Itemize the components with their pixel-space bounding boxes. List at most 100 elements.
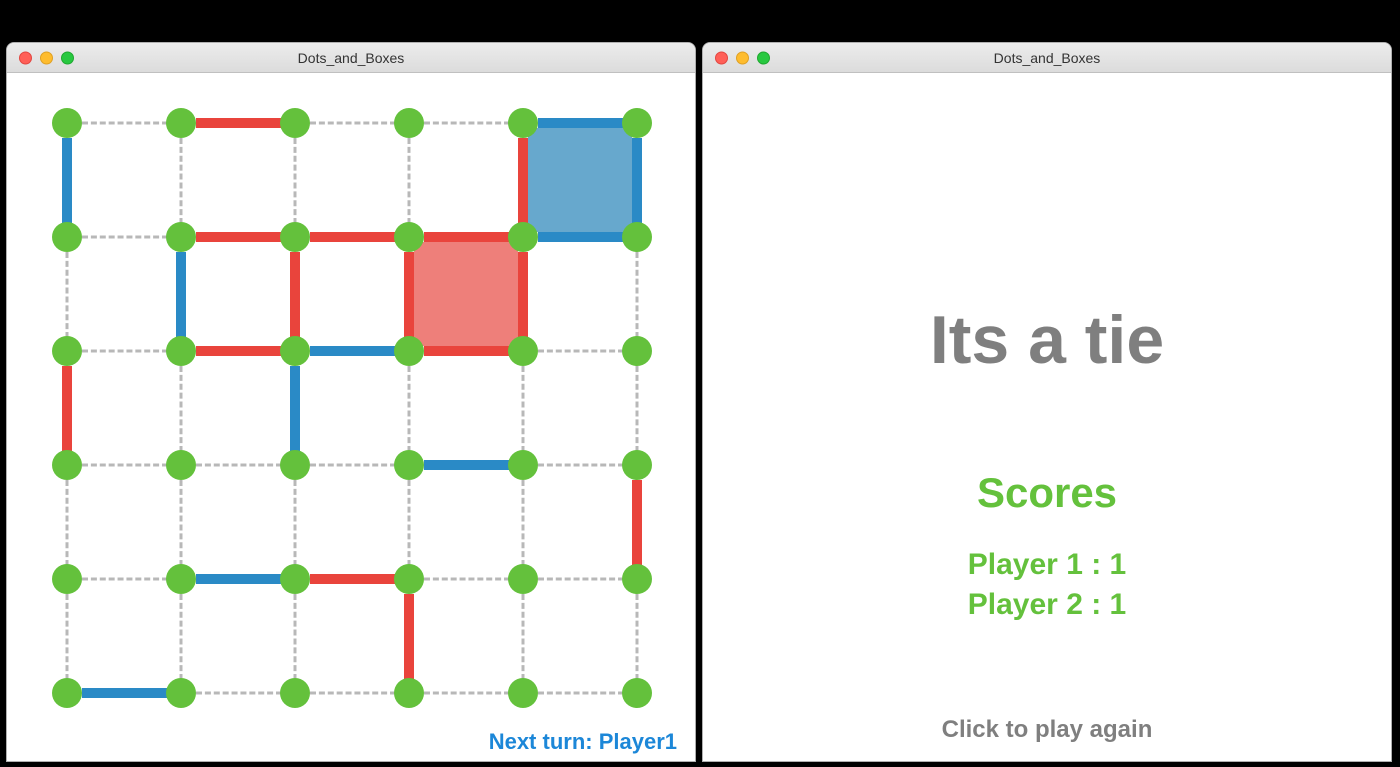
h-edge[interactable] — [82, 578, 168, 581]
grid-dot — [52, 222, 82, 252]
v-edge — [62, 138, 72, 224]
result-area[interactable]: Its a tie Scores Player 1 : 1Player 2 : … — [703, 73, 1391, 762]
maximize-icon[interactable] — [757, 51, 770, 64]
h-edge[interactable] — [310, 122, 396, 125]
play-again-button[interactable]: Click to play again — [942, 716, 1153, 744]
v-edge[interactable] — [408, 138, 411, 224]
v-edge[interactable] — [294, 138, 297, 224]
next-turn-label: Next turn: Player1 — [489, 729, 677, 755]
grid-dot — [280, 336, 310, 366]
v-edge[interactable] — [408, 480, 411, 566]
grid-dot — [508, 336, 538, 366]
close-icon[interactable] — [19, 51, 32, 64]
grid-dot — [166, 564, 196, 594]
grid-dot — [508, 678, 538, 708]
v-edge[interactable] — [294, 594, 297, 680]
v-edge[interactable] — [522, 366, 525, 452]
window-controls — [715, 51, 770, 64]
v-edge[interactable] — [180, 366, 183, 452]
score-line: Player 1 : 1 — [968, 545, 1126, 586]
v-edge — [176, 252, 186, 338]
v-edge[interactable] — [522, 480, 525, 566]
result-window: Dots_and_Boxes Its a tie Scores Player 1… — [702, 42, 1392, 762]
v-edge[interactable] — [408, 366, 411, 452]
grid-dot — [394, 222, 424, 252]
titlebar[interactable]: Dots_and_Boxes — [7, 43, 695, 73]
v-edge — [290, 252, 300, 338]
v-edge[interactable] — [66, 480, 69, 566]
grid-dot — [166, 678, 196, 708]
v-edge — [404, 252, 414, 338]
h-edge — [310, 346, 396, 356]
h-edge[interactable] — [82, 464, 168, 467]
h-edge[interactable] — [196, 464, 282, 467]
grid-dot — [622, 678, 652, 708]
h-edge[interactable] — [310, 692, 396, 695]
v-edge — [632, 138, 642, 224]
h-edge[interactable] — [82, 236, 168, 239]
h-edge — [82, 688, 168, 698]
grid-dot — [52, 450, 82, 480]
board-area: Next turn: Player1 — [7, 73, 695, 761]
h-edge — [196, 346, 282, 356]
game-board[interactable] — [7, 73, 695, 761]
close-icon[interactable] — [715, 51, 728, 64]
h-edge — [538, 232, 624, 242]
grid-dot — [622, 336, 652, 366]
h-edge[interactable] — [538, 692, 624, 695]
h-edge — [424, 232, 510, 242]
score-list: Player 1 : 1Player 2 : 1 — [968, 545, 1126, 626]
window-title: Dots_and_Boxes — [7, 50, 695, 66]
h-edge — [538, 118, 624, 128]
v-edge[interactable] — [636, 366, 639, 452]
grid-dot — [622, 564, 652, 594]
grid-dot — [622, 222, 652, 252]
v-edge[interactable] — [66, 252, 69, 338]
scores-heading: Scores — [977, 469, 1117, 517]
grid-dot — [52, 108, 82, 138]
grid-dot — [280, 450, 310, 480]
titlebar[interactable]: Dots_and_Boxes — [703, 43, 1391, 73]
h-edge[interactable] — [538, 464, 624, 467]
h-edge[interactable] — [82, 122, 168, 125]
h-edge — [310, 232, 396, 242]
captured-box-blue — [528, 128, 632, 232]
v-edge[interactable] — [66, 594, 69, 680]
grid-dot — [280, 108, 310, 138]
v-edge — [290, 366, 300, 452]
minimize-icon[interactable] — [40, 51, 53, 64]
v-edge[interactable] — [522, 594, 525, 680]
grid-dot — [508, 108, 538, 138]
h-edge[interactable] — [424, 122, 510, 125]
h-edge[interactable] — [538, 578, 624, 581]
maximize-icon[interactable] — [61, 51, 74, 64]
grid-dot — [166, 450, 196, 480]
h-edge[interactable] — [310, 464, 396, 467]
h-edge[interactable] — [424, 692, 510, 695]
grid-dot — [280, 564, 310, 594]
h-edge[interactable] — [196, 692, 282, 695]
grid-dot — [166, 336, 196, 366]
v-edge — [62, 366, 72, 452]
v-edge[interactable] — [180, 138, 183, 224]
minimize-icon[interactable] — [736, 51, 749, 64]
v-edge — [518, 252, 528, 338]
grid-dot — [508, 450, 538, 480]
grid-dot — [622, 108, 652, 138]
v-edge[interactable] — [636, 252, 639, 338]
h-edge[interactable] — [424, 578, 510, 581]
h-edge — [196, 118, 282, 128]
score-line: Player 2 : 1 — [968, 585, 1126, 626]
v-edge[interactable] — [636, 594, 639, 680]
grid-dot — [166, 108, 196, 138]
h-edge[interactable] — [82, 350, 168, 353]
v-edge[interactable] — [294, 480, 297, 566]
grid-dot — [508, 222, 538, 252]
result-title: Its a tie — [930, 301, 1164, 379]
v-edge[interactable] — [180, 594, 183, 680]
grid-dot — [280, 222, 310, 252]
h-edge[interactable] — [538, 350, 624, 353]
game-window: Dots_and_Boxes Next turn: Player1 — [6, 42, 696, 762]
v-edge[interactable] — [180, 480, 183, 566]
grid-dot — [394, 564, 424, 594]
